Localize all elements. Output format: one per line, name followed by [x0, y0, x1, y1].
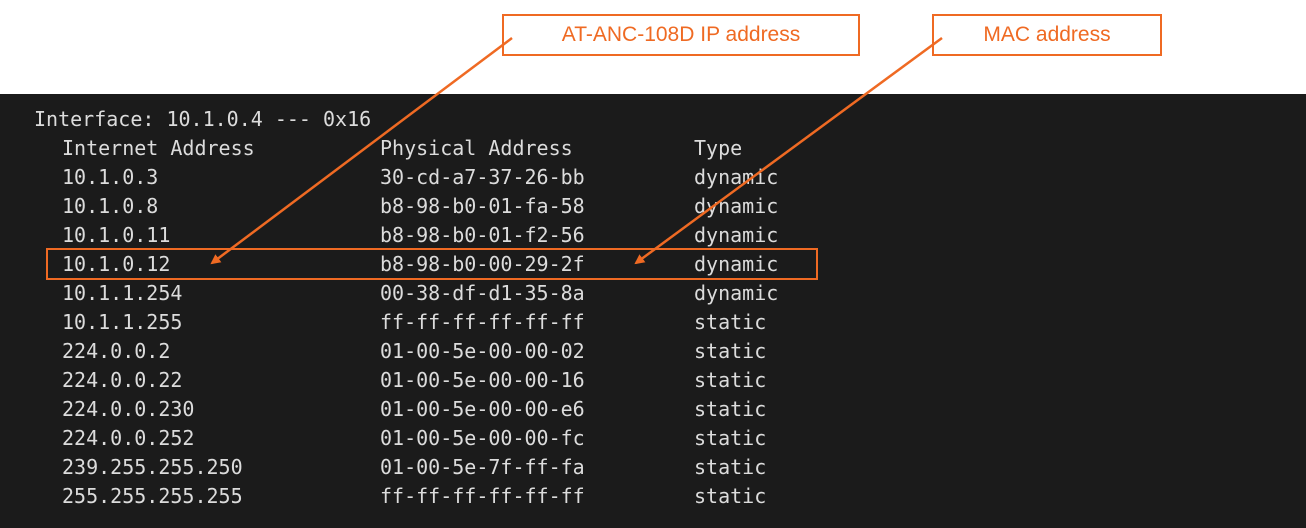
- mac-address-cell: b8-98-b0-01-fa-58: [380, 194, 585, 218]
- table-row: 255.255.255.255 ff-ff-ff-ff-ff-ff static: [0, 484, 900, 508]
- mac-address-cell: b8-98-b0-01-f2-56: [380, 223, 585, 247]
- table-row: 10.1.0.8 b8-98-b0-01-fa-58 dynamic: [0, 194, 900, 218]
- mac-address-cell: 30-cd-a7-37-26-bb: [380, 165, 585, 189]
- table-row: 10.1.1.255 ff-ff-ff-ff-ff-ff static: [0, 310, 900, 334]
- ip-address-cell: 10.1.1.254: [62, 281, 183, 305]
- table-row: 224.0.0.2 01-00-5e-00-00-02 static: [0, 339, 900, 363]
- mac-address-cell: ff-ff-ff-ff-ff-ff: [380, 484, 585, 508]
- type-cell: static: [694, 339, 767, 363]
- type-cell: dynamic: [694, 281, 779, 305]
- header-internet-address: Internet Address: [62, 136, 255, 160]
- header-type: Type: [694, 136, 743, 160]
- ip-address-cell: 224.0.0.2: [62, 339, 171, 363]
- type-cell: static: [694, 310, 767, 334]
- ip-address-cell: 224.0.0.22: [62, 368, 183, 392]
- ip-address-cell: 10.1.0.8: [62, 194, 159, 218]
- type-cell: static: [694, 368, 767, 392]
- mac-address-cell: 01-00-5e-00-00-fc: [380, 426, 585, 450]
- mac-address-cell: 01-00-5e-00-00-16: [380, 368, 585, 392]
- ip-address-cell: 255.255.255.255: [62, 484, 243, 508]
- table-row: 10.1.1.254 00-38-df-d1-35-8a dynamic: [0, 281, 900, 305]
- table-row: 224.0.0.230 01-00-5e-00-00-e6 static: [0, 397, 900, 421]
- ip-address-cell: 224.0.0.230: [62, 397, 195, 421]
- type-cell: static: [694, 426, 767, 450]
- highlighted-row-box: [46, 248, 818, 280]
- ip-address-cell: 224.0.0.252: [62, 426, 195, 450]
- ip-address-callout-label: AT-ANC-108D IP address: [561, 23, 801, 46]
- mac-address-callout: MAC address: [932, 14, 1162, 56]
- ip-address-cell: 10.1.0.3: [62, 165, 159, 189]
- ip-address-cell: 10.1.1.255: [62, 310, 183, 334]
- mac-address-cell: ff-ff-ff-ff-ff-ff: [380, 310, 585, 334]
- header-physical-address: Physical Address: [380, 136, 573, 160]
- terminal-window: Interface: 10.1.0.4 --- 0x16 Internet Ad…: [0, 94, 1306, 528]
- mac-address-cell: 00-38-df-d1-35-8a: [380, 281, 585, 305]
- table-row: 239.255.255.250 01-00-5e-7f-ff-fa static: [0, 455, 900, 479]
- type-cell: dynamic: [694, 194, 779, 218]
- header-row: Internet Address Physical Address Type: [0, 136, 900, 160]
- interface-line: Interface: 10.1.0.4 --- 0x16: [34, 107, 372, 131]
- table-row: 224.0.0.252 01-00-5e-00-00-fc static: [0, 426, 900, 450]
- ip-address-cell: 239.255.255.250: [62, 455, 243, 479]
- mac-address-callout-label: MAC address: [983, 23, 1111, 46]
- ip-address-cell: 10.1.0.11: [62, 223, 171, 247]
- type-cell: static: [694, 455, 767, 479]
- type-cell: static: [694, 484, 767, 508]
- table-row: 10.1.0.11 b8-98-b0-01-f2-56 dynamic: [0, 223, 900, 247]
- mac-address-cell: 01-00-5e-7f-ff-fa: [380, 455, 585, 479]
- type-cell: dynamic: [694, 223, 779, 247]
- ip-address-callout: AT-ANC-108D IP address: [502, 14, 860, 56]
- mac-address-cell: 01-00-5e-00-00-e6: [380, 397, 585, 421]
- table-row: 224.0.0.22 01-00-5e-00-00-16 static: [0, 368, 900, 392]
- mac-address-cell: 01-00-5e-00-00-02: [380, 339, 585, 363]
- type-cell: static: [694, 397, 767, 421]
- table-row: 10.1.0.3 30-cd-a7-37-26-bb dynamic: [0, 165, 900, 189]
- type-cell: dynamic: [694, 165, 779, 189]
